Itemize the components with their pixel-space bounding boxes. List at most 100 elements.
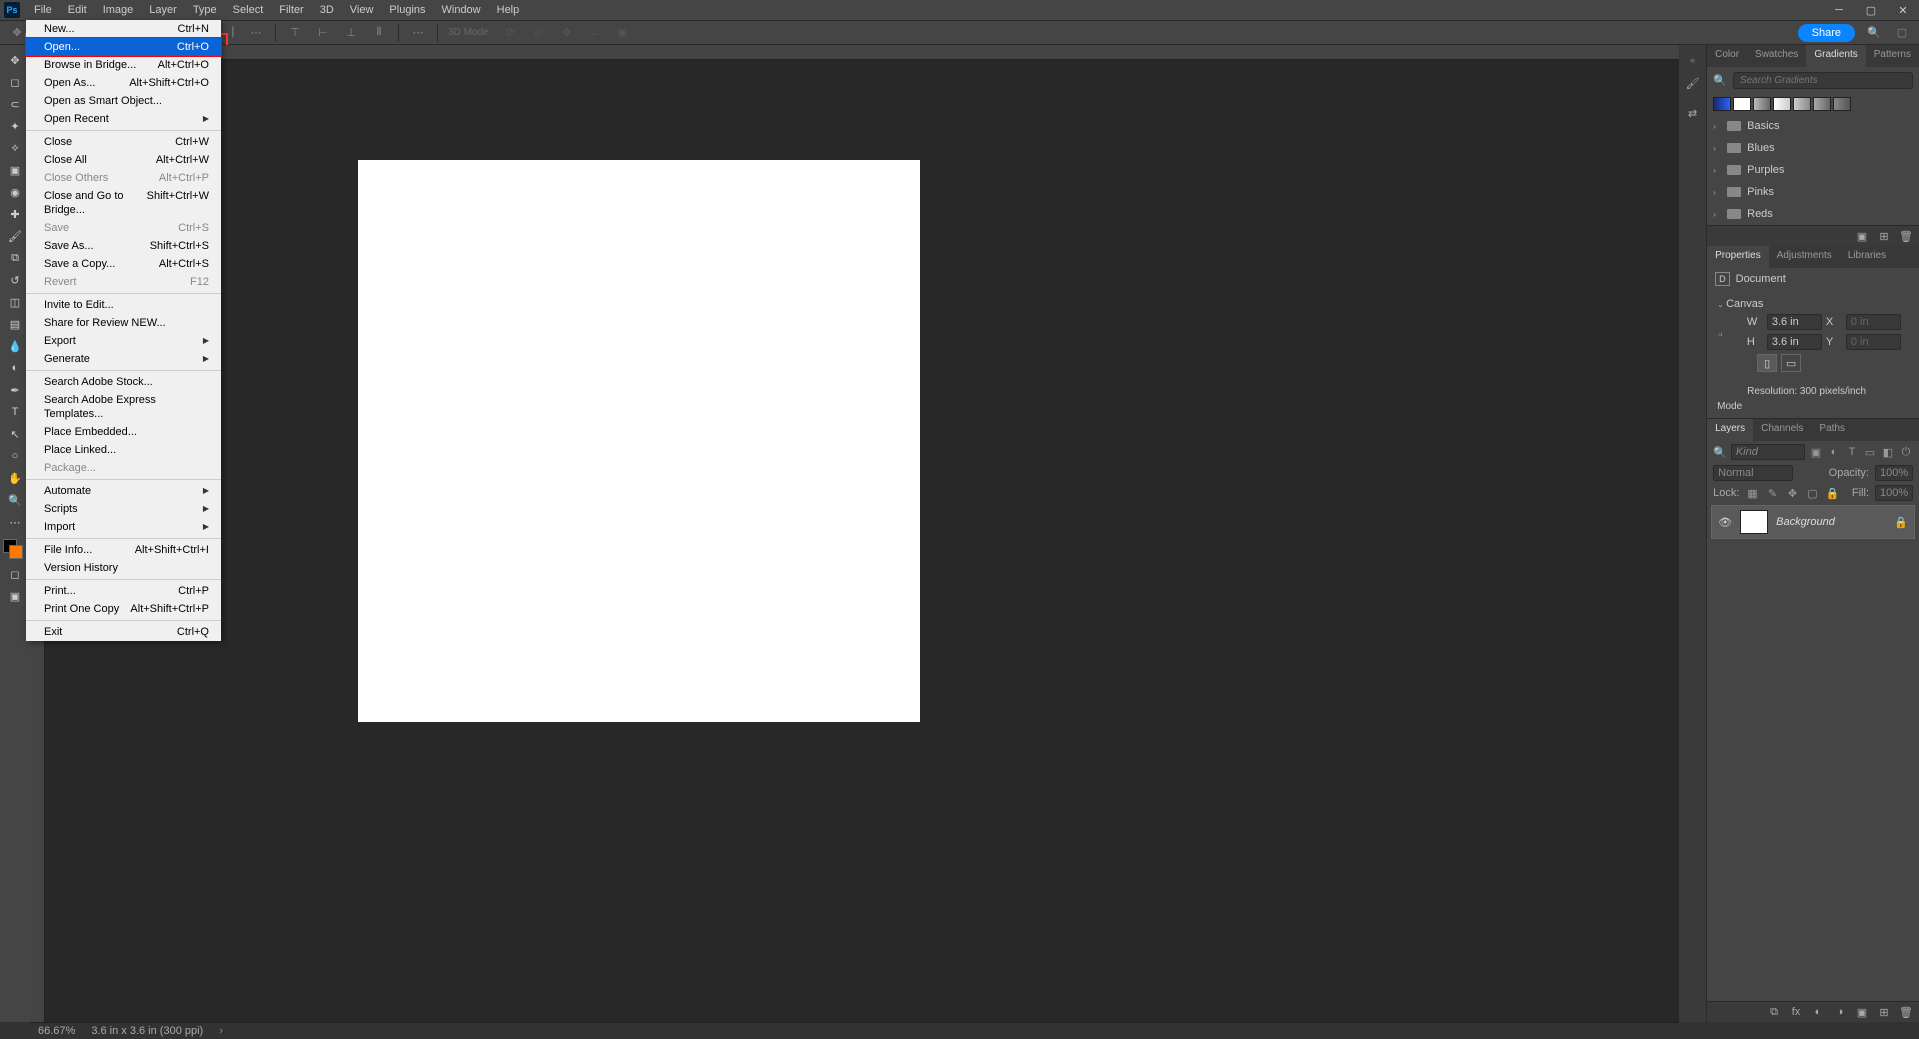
- gradient-folder-pinks[interactable]: ›Pinks: [1707, 181, 1919, 203]
- doc-dimensions[interactable]: 3.6 in x 3.6 in (300 ppi): [91, 1025, 203, 1037]
- menu-item-close-all[interactable]: Close AllAlt+Ctrl+W: [26, 151, 221, 169]
- marquee-tool[interactable]: ◻: [1, 71, 29, 93]
- tab-patterns[interactable]: Patterns: [1866, 45, 1919, 67]
- menu-item-export[interactable]: Export: [26, 332, 221, 350]
- tab-adjustments[interactable]: Adjustments: [1769, 246, 1840, 268]
- lasso-tool[interactable]: ⊂: [1, 93, 29, 115]
- fx-icon[interactable]: fx: [1789, 1005, 1803, 1019]
- brush-settings-panel-icon[interactable]: ⇄: [1682, 102, 1704, 124]
- brush-tool[interactable]: 🖌: [1, 225, 29, 247]
- gradient-tool[interactable]: ▤: [1, 313, 29, 335]
- menu-file[interactable]: File: [26, 0, 60, 20]
- screenmode-icon[interactable]: ▣: [1, 585, 29, 607]
- link-icon[interactable]: ⟓: [1717, 325, 1723, 340]
- canvas-section-label[interactable]: ⌄ Canvas: [1717, 294, 1909, 314]
- menu-item-invite-to-edit[interactable]: Invite to Edit...: [26, 296, 221, 314]
- menu-item-print[interactable]: Print...Ctrl+P: [26, 582, 221, 600]
- height-field[interactable]: 3.6 in: [1767, 334, 1822, 350]
- distribute-icon[interactable]: ⋯: [247, 24, 265, 42]
- gradient-folder-blues[interactable]: ›Blues: [1707, 137, 1919, 159]
- shape-tool[interactable]: ○: [1, 445, 29, 467]
- menu-item-place-linked[interactable]: Place Linked...: [26, 441, 221, 459]
- menu-item-import[interactable]: Import: [26, 518, 221, 536]
- new-layer-icon[interactable]: ⊞: [1877, 1005, 1891, 1019]
- menu-item-exit[interactable]: ExitCtrl+Q: [26, 623, 221, 641]
- lock-artboard-icon[interactable]: ▢: [1805, 486, 1819, 500]
- new-group-icon[interactable]: ⊞: [1877, 229, 1891, 243]
- color-swatches[interactable]: [3, 539, 27, 563]
- eyedropper-tool[interactable]: ◉: [1, 181, 29, 203]
- pen-tool[interactable]: ✒: [1, 379, 29, 401]
- clone-tool[interactable]: ⧉: [1, 247, 29, 269]
- gradient-folder-reds[interactable]: ›Reds: [1707, 203, 1919, 225]
- maximize-button[interactable]: ▢: [1855, 0, 1887, 20]
- align-right-icon[interactable]: ⎹: [219, 24, 237, 42]
- menu-item-share-for-review-new[interactable]: Share for Review NEW...: [26, 314, 221, 332]
- share-button[interactable]: Share: [1798, 24, 1855, 42]
- workspace-icon[interactable]: ▢: [1893, 24, 1911, 42]
- menu-item-scripts[interactable]: Scripts: [26, 500, 221, 518]
- gradient-folder-basics[interactable]: ›Basics: [1707, 115, 1919, 137]
- gradient-thumb[interactable]: [1713, 97, 1731, 111]
- menu-item-place-embedded[interactable]: Place Embedded...: [26, 423, 221, 441]
- tab-channels[interactable]: Channels: [1753, 419, 1811, 441]
- tab-properties[interactable]: Properties: [1707, 246, 1769, 268]
- dodge-tool[interactable]: ◐: [1, 357, 29, 379]
- brushes-panel-icon[interactable]: 🖌: [1682, 72, 1704, 94]
- menu-item-browse-in-bridge[interactable]: Browse in Bridge...Alt+Ctrl+O: [26, 56, 221, 74]
- menu-item-close-and-go-to-bridge[interactable]: Close and Go to Bridge...Shift+Ctrl+W: [26, 187, 221, 219]
- gradient-thumb[interactable]: [1793, 97, 1811, 111]
- crop-tool[interactable]: ⟡: [1, 137, 29, 159]
- hand-tool[interactable]: ✋: [1, 467, 29, 489]
- move-tool[interactable]: ✥: [1, 49, 29, 71]
- gradient-thumb[interactable]: [1833, 97, 1851, 111]
- menu-item-open[interactable]: Open...Ctrl+O: [26, 38, 221, 56]
- landscape-button[interactable]: ▭: [1781, 354, 1801, 372]
- menu-window[interactable]: Window: [434, 0, 489, 20]
- frame-tool[interactable]: ▣: [1, 159, 29, 181]
- gradient-thumb[interactable]: [1733, 97, 1751, 111]
- menu-item-file-info[interactable]: File Info...Alt+Shift+Ctrl+I: [26, 541, 221, 559]
- blur-tool[interactable]: 💧: [1, 335, 29, 357]
- menu-item-version-history[interactable]: Version History: [26, 559, 221, 577]
- tab-swatches[interactable]: Swatches: [1747, 45, 1806, 67]
- tab-gradients[interactable]: Gradients: [1806, 45, 1865, 67]
- tab-libraries[interactable]: Libraries: [1840, 246, 1894, 268]
- save-preset-icon[interactable]: ▣: [1855, 229, 1869, 243]
- align-top-icon[interactable]: ⊤: [286, 24, 304, 42]
- align-vmid-icon[interactable]: ⊢: [314, 24, 332, 42]
- gradient-thumb[interactable]: [1813, 97, 1831, 111]
- delete-layer-icon[interactable]: 🗑: [1899, 1005, 1913, 1019]
- menu-view[interactable]: View: [342, 0, 382, 20]
- link-layers-icon[interactable]: ⧉: [1767, 1005, 1781, 1019]
- mask-icon[interactable]: ◐: [1811, 1005, 1825, 1019]
- lock-position-icon[interactable]: ✎: [1765, 486, 1779, 500]
- menu-help[interactable]: Help: [489, 0, 528, 20]
- filter-type-icon[interactable]: T: [1845, 445, 1859, 459]
- layer-filter-field[interactable]: Kind: [1731, 444, 1805, 460]
- blend-mode-select[interactable]: Normal: [1713, 465, 1793, 481]
- align-bottom-icon[interactable]: ⊥: [342, 24, 360, 42]
- menu-type[interactable]: Type: [185, 0, 225, 20]
- filter-adjust-icon[interactable]: ◐: [1827, 445, 1841, 459]
- tool-preset-icon[interactable]: ✥: [8, 24, 26, 42]
- delete-icon[interactable]: 🗑: [1899, 229, 1913, 243]
- minimize-button[interactable]: ─: [1823, 0, 1855, 20]
- history-brush-tool[interactable]: ↺: [1, 269, 29, 291]
- menu-item-open-as-smart-object[interactable]: Open as Smart Object...: [26, 92, 221, 110]
- lock-move-icon[interactable]: ✥: [1785, 486, 1799, 500]
- menu-item-open-recent[interactable]: Open Recent: [26, 110, 221, 128]
- menu-item-search-adobe-stock[interactable]: Search Adobe Stock...: [26, 373, 221, 391]
- eraser-tool[interactable]: ◫: [1, 291, 29, 313]
- menu-item-open-as[interactable]: Open As...Alt+Shift+Ctrl+O: [26, 74, 221, 92]
- edit-toolbar-icon[interactable]: ⋯: [1, 511, 29, 533]
- filter-pixel-icon[interactable]: ▣: [1809, 445, 1823, 459]
- quickmask-icon[interactable]: ◻: [1, 563, 29, 585]
- layer-name[interactable]: Background: [1776, 516, 1886, 528]
- layer-row[interactable]: 👁 Background 🔒: [1711, 505, 1915, 539]
- visibility-icon[interactable]: 👁: [1718, 516, 1732, 529]
- tab-paths[interactable]: Paths: [1811, 419, 1853, 441]
- menu-item-generate[interactable]: Generate: [26, 350, 221, 368]
- distribute-v-icon[interactable]: ⫴: [370, 24, 388, 42]
- gradient-folder-purples[interactable]: ›Purples: [1707, 159, 1919, 181]
